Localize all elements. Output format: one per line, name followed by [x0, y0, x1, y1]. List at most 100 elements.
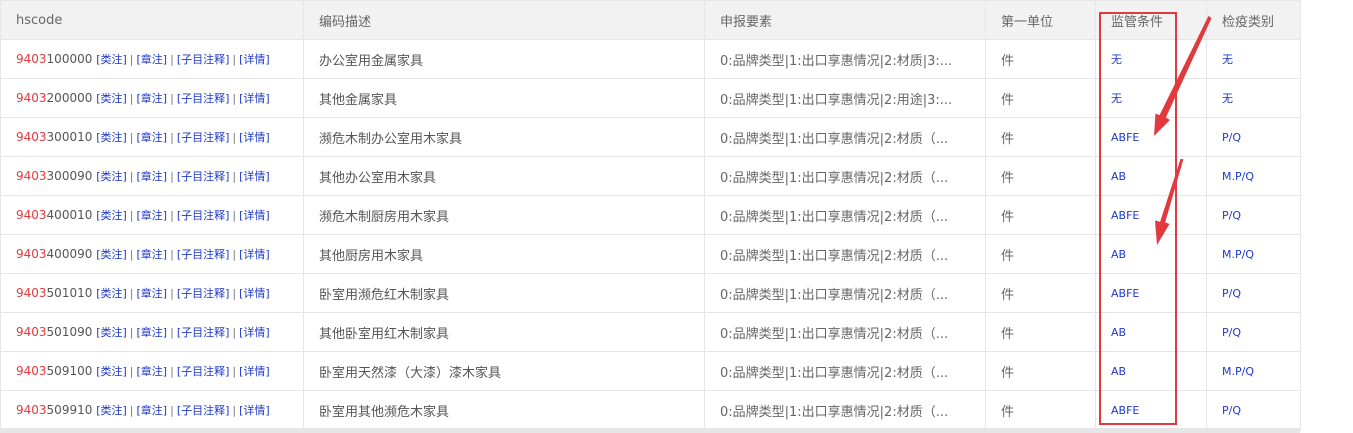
inspection-code-link[interactable]: M.P/Q: [1222, 365, 1254, 378]
table-row[interactable]: 9403509100 [类注] | [章注] | [子目注释] | [详情] 卧室用天然漆（大…: [0, 351, 1301, 391]
column-header-hscode[interactable]: hscode: [0, 0, 304, 40]
table-row[interactable]: 9403300010 [类注] | [章注] | [子目注释] | [详情] 濒危木制办公室用…: [0, 117, 1301, 157]
supervision-code-link[interactable]: AB: [1111, 365, 1126, 378]
link-separator: |: [170, 404, 174, 417]
chapter-note-link[interactable]: [章注]: [137, 53, 168, 66]
column-header-first-unit[interactable]: 第一单位: [985, 0, 1096, 40]
hscode-suffix[interactable]: 200000: [47, 91, 93, 105]
hscode-prefix[interactable]: 9403: [16, 286, 47, 300]
column-header-supervision-conditions[interactable]: 监管条件: [1095, 0, 1207, 40]
subheading-note-link[interactable]: [子目注释]: [177, 209, 230, 222]
hscode-suffix[interactable]: 400090: [47, 247, 93, 261]
hscode-suffix[interactable]: 501010: [47, 286, 93, 300]
details-link[interactable]: [详情]: [239, 287, 270, 300]
hscode-suffix[interactable]: 300010: [47, 130, 93, 144]
inspection-category-cell: M.P/Q: [1206, 234, 1301, 274]
chapter-note-link[interactable]: [章注]: [137, 365, 168, 378]
hscode-suffix[interactable]: 300090: [47, 169, 93, 183]
details-link[interactable]: [详情]: [239, 170, 270, 183]
table-row[interactable]: 9403400090 [类注] | [章注] | [子目注释] | [详情] 其他厨房用木家具…: [0, 234, 1301, 274]
table-row[interactable]: 9403300090 [类注] | [章注] | [子目注释] | [详情] 其他办公室用木家…: [0, 156, 1301, 196]
inspection-code-link[interactable]: P/Q: [1222, 131, 1241, 144]
chapter-note-link[interactable]: [章注]: [137, 287, 168, 300]
hscode-prefix[interactable]: 9403: [16, 130, 47, 144]
hscode-suffix[interactable]: 100000: [47, 52, 93, 66]
hscode-suffix[interactable]: 509910: [47, 403, 93, 417]
supervision-code-link[interactable]: AB: [1111, 170, 1126, 183]
chapter-note-link[interactable]: [章注]: [137, 326, 168, 339]
subheading-note-link[interactable]: [子目注释]: [177, 326, 230, 339]
details-link[interactable]: [详情]: [239, 131, 270, 144]
chapter-note-link[interactable]: [章注]: [137, 404, 168, 417]
description-cell: 卧室用濒危红木制家具: [303, 273, 705, 313]
category-note-link[interactable]: [类注]: [96, 404, 127, 417]
column-header-declaration-elements[interactable]: 申报要素: [704, 0, 986, 40]
hscode-prefix[interactable]: 9403: [16, 208, 47, 222]
subheading-note-link[interactable]: [子目注释]: [177, 131, 230, 144]
table-row[interactable]: 9403501010 [类注] | [章注] | [子目注释] | [详情] 卧室用濒危红木制…: [0, 273, 1301, 313]
category-note-link[interactable]: [类注]: [96, 92, 127, 105]
chapter-note-link[interactable]: [章注]: [137, 131, 168, 144]
hscode-prefix[interactable]: 9403: [16, 91, 47, 105]
supervision-code-link[interactable]: ABFE: [1111, 287, 1139, 300]
hscode-prefix[interactable]: 9403: [16, 325, 47, 339]
hscode-prefix[interactable]: 9403: [16, 169, 47, 183]
details-link[interactable]: [详情]: [239, 365, 270, 378]
chapter-note-link[interactable]: [章注]: [137, 170, 168, 183]
supervision-code-link[interactable]: ABFE: [1111, 131, 1139, 144]
details-link[interactable]: [详情]: [239, 209, 270, 222]
subheading-note-link[interactable]: [子目注释]: [177, 53, 230, 66]
inspection-code-link[interactable]: 无: [1222, 53, 1233, 66]
subheading-note-link[interactable]: [子目注释]: [177, 248, 230, 261]
inspection-code-link[interactable]: P/Q: [1222, 287, 1241, 300]
supervision-code-link[interactable]: 无: [1111, 92, 1122, 105]
category-note-link[interactable]: [类注]: [96, 170, 127, 183]
inspection-code-link[interactable]: M.P/Q: [1222, 248, 1254, 261]
supervision-code-link[interactable]: 无: [1111, 53, 1122, 66]
category-note-link[interactable]: [类注]: [96, 131, 127, 144]
hscode-prefix[interactable]: 9403: [16, 403, 47, 417]
table-row[interactable]: 9403509910 [类注] | [章注] | [子目注释] | [详情] 卧室用其他濒危木…: [0, 390, 1301, 430]
table-row[interactable]: 9403400010 [类注] | [章注] | [子目注释] | [详情] 濒危木制厨房用木…: [0, 195, 1301, 235]
hscode-prefix[interactable]: 9403: [16, 52, 47, 66]
table-row[interactable]: 9403200000 [类注] | [章注] | [子目注释] | [详情] 其他金属家具 0:…: [0, 78, 1301, 118]
horizontal-scrollbar[interactable]: [0, 428, 1300, 433]
subheading-note-link[interactable]: [子目注释]: [177, 287, 230, 300]
supervision-code-link[interactable]: AB: [1111, 326, 1126, 339]
column-header-inspection-category[interactable]: 检疫类别: [1206, 0, 1301, 40]
subheading-note-link[interactable]: [子目注释]: [177, 170, 230, 183]
hscode-prefix[interactable]: 9403: [16, 247, 47, 261]
details-link[interactable]: [详情]: [239, 92, 270, 105]
inspection-code-link[interactable]: P/Q: [1222, 404, 1241, 417]
chapter-note-link[interactable]: [章注]: [137, 92, 168, 105]
subheading-note-link[interactable]: [子目注释]: [177, 365, 230, 378]
details-link[interactable]: [详情]: [239, 326, 270, 339]
column-header-description[interactable]: 编码描述: [303, 0, 705, 40]
supervision-code-link[interactable]: AB: [1111, 248, 1126, 261]
inspection-code-link[interactable]: P/Q: [1222, 326, 1241, 339]
chapter-note-link[interactable]: [章注]: [137, 209, 168, 222]
category-note-link[interactable]: [类注]: [96, 365, 127, 378]
hscode-prefix[interactable]: 9403: [16, 364, 47, 378]
supervision-code-link[interactable]: ABFE: [1111, 404, 1139, 417]
hscode-suffix[interactable]: 509100: [47, 364, 93, 378]
inspection-code-link[interactable]: P/Q: [1222, 209, 1241, 222]
category-note-link[interactable]: [类注]: [96, 53, 127, 66]
subheading-note-link[interactable]: [子目注释]: [177, 92, 230, 105]
category-note-link[interactable]: [类注]: [96, 287, 127, 300]
inspection-code-link[interactable]: 无: [1222, 92, 1233, 105]
table-row[interactable]: 9403501090 [类注] | [章注] | [子目注释] | [详情] 其他卧室用红木制…: [0, 312, 1301, 352]
category-note-link[interactable]: [类注]: [96, 209, 127, 222]
details-link[interactable]: [详情]: [239, 404, 270, 417]
subheading-note-link[interactable]: [子目注释]: [177, 404, 230, 417]
hscode-suffix[interactable]: 501090: [47, 325, 93, 339]
hscode-suffix[interactable]: 400010: [47, 208, 93, 222]
table-row[interactable]: 9403100000 [类注] | [章注] | [子目注释] | [详情] 办公室用金属家具…: [0, 39, 1301, 79]
details-link[interactable]: [详情]: [239, 248, 270, 261]
inspection-code-link[interactable]: M.P/Q: [1222, 170, 1254, 183]
category-note-link[interactable]: [类注]: [96, 326, 127, 339]
chapter-note-link[interactable]: [章注]: [137, 248, 168, 261]
category-note-link[interactable]: [类注]: [96, 248, 127, 261]
supervision-code-link[interactable]: ABFE: [1111, 209, 1139, 222]
details-link[interactable]: [详情]: [239, 53, 270, 66]
